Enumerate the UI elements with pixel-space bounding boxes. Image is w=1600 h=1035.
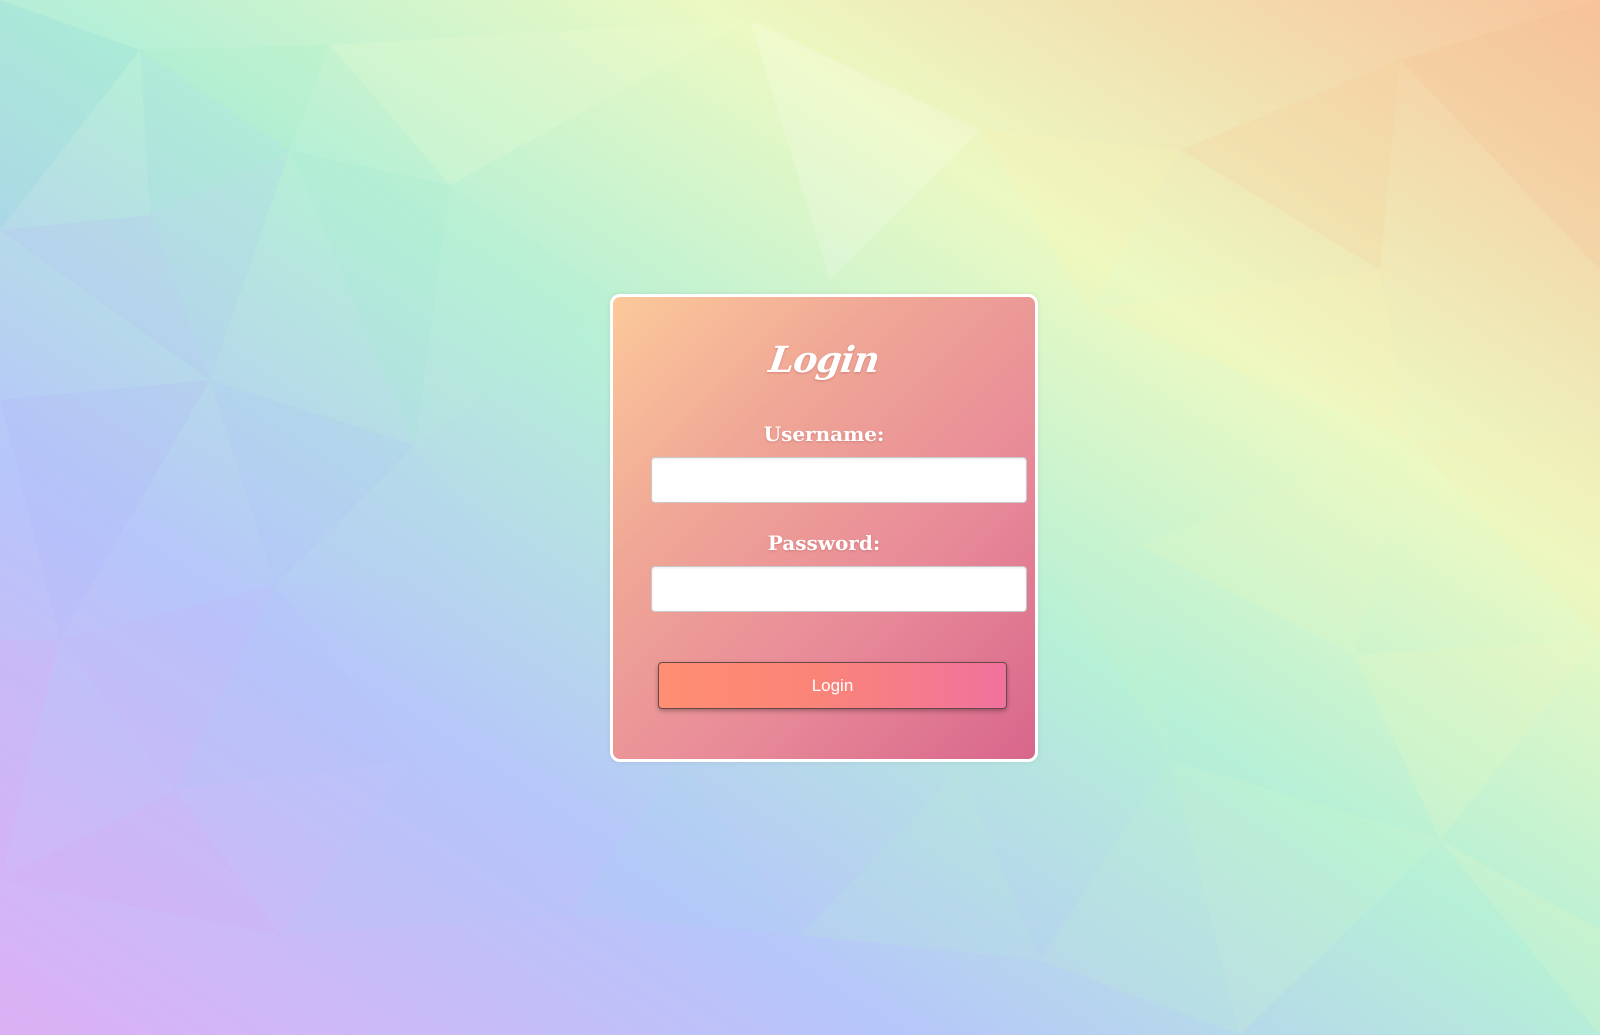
username-label: Username: xyxy=(763,422,885,446)
login-card: Login Username: Password: Login xyxy=(610,294,1038,762)
login-title: Login xyxy=(766,339,882,381)
password-input[interactable] xyxy=(651,566,1027,612)
password-label: Password: xyxy=(767,531,881,555)
login-button[interactable]: Login xyxy=(658,662,1007,709)
username-input[interactable] xyxy=(651,457,1027,503)
